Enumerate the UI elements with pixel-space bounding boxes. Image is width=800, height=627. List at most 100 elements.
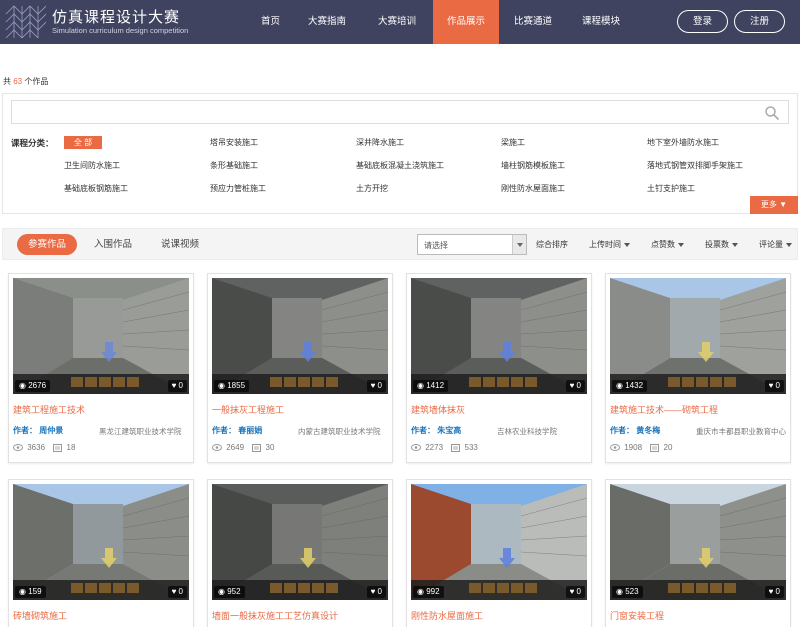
tab-lecture-videos[interactable]: 说课视频: [153, 234, 207, 255]
like-counter[interactable]: ♥ 0: [565, 380, 585, 392]
tab-entries[interactable]: 参赛作品: [17, 234, 77, 255]
comment-count: 30: [265, 443, 275, 452]
views-counter: ◉ 1432: [612, 380, 648, 392]
nav-channel[interactable]: 比赛通道: [499, 0, 567, 44]
search-input[interactable]: [11, 100, 789, 124]
like-counter[interactable]: ♥ 0: [764, 586, 784, 598]
views-counter: ◉ 523: [612, 586, 643, 598]
comment-icon: [252, 443, 262, 452]
work-card[interactable]: ◉ 2676 ♥ 0 建筑工程施工技术 作者： 周仲景 黑龙江建筑职业技术学院: [8, 273, 194, 463]
sort-comments[interactable]: 评论量: [759, 239, 792, 250]
sort-upload-time[interactable]: 上传时间: [589, 239, 630, 250]
work-thumbnail[interactable]: ◉ 952 ♥ 0: [212, 484, 388, 600]
work-thumbnail[interactable]: ◉ 523 ♥ 0: [610, 484, 786, 600]
category-item[interactable]: 塔吊安装施工: [210, 137, 258, 148]
work-title[interactable]: 刚性防水屋面施工: [411, 609, 483, 622]
work-title[interactable]: 门窗安装工程: [610, 609, 664, 622]
nav-modules[interactable]: 课程模块: [567, 0, 635, 44]
work-card[interactable]: ◉ 1412 ♥ 0 建筑墙体抹灰 作者： 朱宝高 吉林农业科技学院 2273 …: [406, 273, 592, 463]
work-card[interactable]: ◉ 1432 ♥ 0 建筑施工技术——砌筑工程 作者： 黄冬梅 重庆市丰都县职业…: [605, 273, 791, 463]
work-card[interactable]: ◉ 992 ♥ 0 刚性防水屋面施工: [406, 479, 592, 627]
sort-label: 综合排序: [536, 240, 568, 249]
like-counter[interactable]: ♥ 0: [764, 380, 784, 392]
work-thumbnail[interactable]: ◉ 1432 ♥ 0: [610, 278, 786, 394]
likes-count: 0: [178, 381, 183, 390]
work-title[interactable]: 墙面一般抹灰施工工艺仿真设计: [212, 609, 338, 622]
logo-icon: [5, 5, 46, 38]
tab-shortlisted[interactable]: 入围作品: [87, 234, 139, 255]
author-organization: 内蒙古建筑职业技术学院: [298, 427, 381, 436]
filter-panel: 课程分类： 全 部 塔吊安装施工 深井降水施工 梁施工 地下室外墙防水施工 卫生…: [2, 93, 798, 214]
chevron-down-icon[interactable]: [512, 235, 526, 254]
category-all-button[interactable]: 全 部: [64, 136, 102, 149]
heart-icon[interactable]: ♥: [172, 381, 177, 390]
sort-comprehensive[interactable]: 综合排序: [536, 239, 568, 250]
work-title[interactable]: 砖墙砌筑施工: [13, 609, 67, 622]
heart-icon[interactable]: ♥: [371, 381, 376, 390]
work-title[interactable]: 建筑施工技术——砌筑工程: [610, 403, 718, 416]
like-counter[interactable]: ♥ 0: [167, 586, 187, 598]
view-count: 2273: [425, 443, 444, 452]
heart-icon[interactable]: ♥: [172, 587, 177, 596]
heart-icon[interactable]: ♥: [371, 587, 376, 596]
work-card[interactable]: ◉ 523 ♥ 0 门窗安装工程: [605, 479, 791, 627]
category-item[interactable]: 梁施工: [501, 137, 525, 148]
work-thumbnail[interactable]: ◉ 2676 ♥ 0: [13, 278, 189, 394]
category-item[interactable]: 深井降水施工: [356, 137, 404, 148]
caret-down-icon: [624, 242, 630, 247]
category-item[interactable]: 土钉支护施工: [647, 183, 695, 194]
work-title[interactable]: 建筑工程施工技术: [13, 403, 85, 416]
views-count: 2676: [28, 381, 47, 390]
eye-icon: [610, 444, 620, 452]
work-card[interactable]: ◉ 952 ♥ 0 墙面一般抹灰施工工艺仿真设计: [207, 479, 393, 627]
sort-votes[interactable]: 投票数: [705, 239, 738, 250]
like-counter[interactable]: ♥ 0: [366, 586, 386, 598]
comment-count: 533: [464, 443, 478, 452]
register-button[interactable]: 注册: [734, 10, 785, 33]
login-button[interactable]: 登录: [677, 10, 728, 33]
search-icon[interactable]: [764, 105, 780, 121]
nav-home[interactable]: 首页: [248, 0, 293, 44]
site-subtitle: Simulation curriculum design competition: [52, 26, 189, 35]
heart-icon[interactable]: ♥: [769, 587, 774, 596]
work-card[interactable]: ◉ 159 ♥ 0 砖墙砌筑施工: [8, 479, 194, 627]
author-name: 周仲景: [39, 426, 64, 435]
category-item[interactable]: 条形基础施工: [210, 160, 258, 171]
category-item[interactable]: 刚性防水屋面施工: [501, 183, 565, 194]
heart-icon[interactable]: ♥: [769, 381, 774, 390]
likes-count: 0: [775, 381, 780, 390]
heart-icon[interactable]: ♥: [570, 381, 575, 390]
work-thumbnail[interactable]: ◉ 1855 ♥ 0: [212, 278, 388, 394]
category-item[interactable]: 卫生间防水施工: [64, 160, 120, 171]
like-counter[interactable]: ♥ 0: [366, 380, 386, 392]
work-title[interactable]: 一般抹灰工程施工: [212, 403, 284, 416]
works-tabs-bar: 参赛作品 入围作品 说课视频 请选择 综合排序 上传时间 点赞数 投票数 评论量: [2, 228, 798, 260]
category-item[interactable]: 土方开挖: [356, 183, 388, 194]
nav-training[interactable]: 大赛培训: [361, 0, 433, 44]
work-thumbnail[interactable]: ◉ 992 ♥ 0: [411, 484, 587, 600]
more-categories-button[interactable]: 更多 ▼: [750, 196, 798, 214]
category-item[interactable]: 基础底板钢筋施工: [64, 183, 128, 194]
work-card[interactable]: ◉ 1855 ♥ 0 一般抹灰工程施工 作者： 春丽娟 内蒙古建筑职业技术学院: [207, 273, 393, 463]
views-count: 992: [426, 587, 440, 596]
sort-likes[interactable]: 点赞数: [651, 239, 684, 250]
category-item[interactable]: 墙柱钢筋模板施工: [501, 160, 565, 171]
category-item[interactable]: 地下室外墙防水施工: [647, 137, 719, 148]
like-counter[interactable]: ♥ 0: [565, 586, 585, 598]
like-counter[interactable]: ♥ 0: [167, 380, 187, 392]
eye-icon: ◉: [218, 381, 225, 390]
nav-guide[interactable]: 大赛指南: [293, 0, 361, 44]
work-thumbnail[interactable]: ◉ 1412 ♥ 0: [411, 278, 587, 394]
main-nav: 首页 大赛指南 大赛培训 作品展示 比赛通道 课程模块: [248, 0, 635, 44]
likes-count: 0: [775, 587, 780, 596]
sort-label: 上传时间: [589, 240, 621, 249]
category-select[interactable]: 请选择: [417, 234, 527, 255]
category-item[interactable]: 预应力管桩施工: [210, 183, 266, 194]
nav-works[interactable]: 作品展示: [433, 0, 499, 44]
heart-icon[interactable]: ♥: [570, 587, 575, 596]
work-title[interactable]: 建筑墙体抹灰: [411, 403, 465, 416]
category-item[interactable]: 落地式钢管双排脚手架施工: [647, 160, 743, 171]
work-thumbnail[interactable]: ◉ 159 ♥ 0: [13, 484, 189, 600]
category-item[interactable]: 基础底板混凝土浇筑施工: [356, 160, 444, 171]
author-label: 作者：: [212, 426, 236, 435]
